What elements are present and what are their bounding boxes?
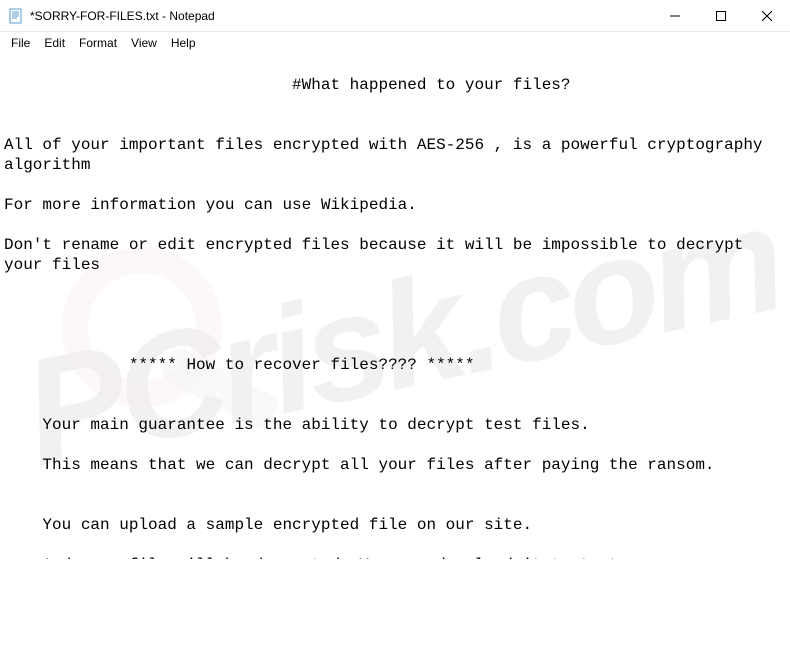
menu-help[interactable]: Help (164, 34, 203, 52)
text-editor[interactable]: #What happened to your files? All of you… (0, 53, 790, 559)
menu-edit[interactable]: Edit (37, 34, 72, 52)
text-line: All of your important files encrypted wi… (4, 135, 786, 175)
text-line: Don't rename or edit encrypted files bec… (4, 235, 786, 275)
window-title: *SORRY-FOR-FILES.txt - Notepad (30, 9, 215, 23)
text-line: And your file will be decrypted. You can… (4, 555, 786, 559)
menubar: File Edit Format View Help (0, 32, 790, 53)
text-line: Your main guarantee is the ability to de… (4, 415, 786, 435)
text-line: ***** How to recover files???? ***** (4, 355, 786, 375)
text-line: You can upload a sample encrypted file o… (4, 515, 786, 535)
text-line: #What happened to your files? (4, 75, 786, 95)
menu-format[interactable]: Format (72, 34, 124, 52)
notepad-icon (8, 8, 24, 24)
menu-view[interactable]: View (124, 34, 164, 52)
text-line: This means that we can decrypt all your … (4, 455, 786, 475)
maximize-button[interactable] (698, 0, 744, 32)
editor-wrap: PCrisk.com #What happened to your files?… (0, 53, 790, 559)
close-button[interactable] (744, 0, 790, 32)
titlebar: *SORRY-FOR-FILES.txt - Notepad (0, 0, 790, 32)
text-line: For more information you can use Wikiped… (4, 195, 786, 215)
menu-file[interactable]: File (4, 34, 37, 52)
minimize-button[interactable] (652, 0, 698, 32)
